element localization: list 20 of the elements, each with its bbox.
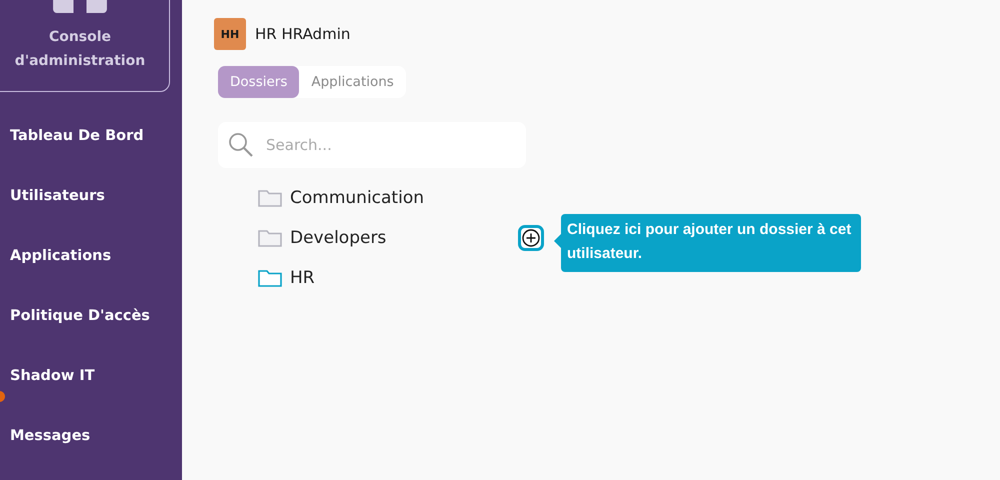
- folder-icon: [258, 269, 282, 287]
- folder-name[interactable]: Developers: [290, 228, 386, 248]
- sidebar-item[interactable]: Shadow IT: [0, 346, 182, 406]
- sidebar-item[interactable]: Utilisateurs: [0, 166, 182, 226]
- sidebar-item[interactable]: Messages: [0, 406, 182, 466]
- plus-circle-icon: [522, 229, 540, 247]
- user-name: HR HRAdmin: [255, 25, 350, 43]
- console-card[interactable]: Console d'administration: [0, 0, 170, 92]
- folder-icon: [258, 229, 282, 247]
- sidebar-item[interactable]: Politique D'accès: [0, 286, 182, 346]
- sidebar-item[interactable]: Applications: [0, 226, 182, 286]
- folder-icon: [258, 189, 282, 207]
- folder-name[interactable]: HR: [290, 268, 315, 288]
- folder-name[interactable]: Communication: [290, 188, 424, 208]
- user-avatar: HH: [214, 18, 246, 50]
- tooltip: Cliquez ici pour ajouter un dossier à cet utilisateur.: [561, 214, 861, 272]
- search-icon: [228, 132, 254, 158]
- sidebar-item[interactable]: Tableau De Bord: [0, 106, 182, 166]
- console-label: Console d'administration: [14, 28, 146, 71]
- search-field[interactable]: Search...: [218, 122, 526, 168]
